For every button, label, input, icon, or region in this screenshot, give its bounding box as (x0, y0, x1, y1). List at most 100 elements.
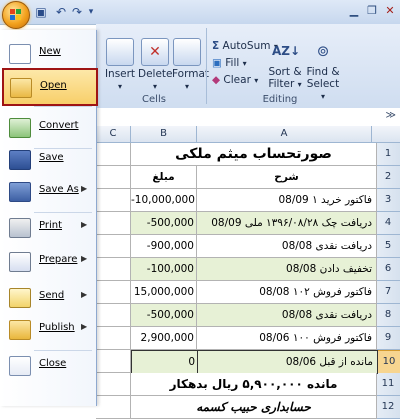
format-button[interactable]: Format ▾ (172, 38, 209, 92)
eraser-icon: ◆ (212, 74, 221, 86)
row-header-7[interactable]: 7 (376, 281, 400, 304)
cell-amount[interactable]: 2,900,000 (131, 327, 197, 350)
printer-icon (9, 218, 31, 238)
cell-amount[interactable]: -500,000 (131, 212, 197, 235)
office-menu: ۳ NewOpenConvertSaveSave As▶Print▶Prepar… (0, 30, 98, 406)
cell-c[interactable] (96, 235, 131, 258)
cell-amount[interactable]: -10,000,000 (131, 189, 197, 212)
column-header-a[interactable]: A (197, 126, 372, 142)
menu-item-convert[interactable]: Convert (3, 110, 93, 144)
autosum-icon: Σ (212, 40, 220, 52)
cell-c[interactable] (96, 304, 131, 327)
cell-description[interactable]: دریافت چک ۱۳۹۶/۰۸/۲۸ ملی 08/09 (197, 212, 377, 235)
cell-description[interactable]: فاکتور فروش ۱۰۲ 08/08 (197, 281, 377, 304)
menu-item-save[interactable]: Save (3, 142, 93, 176)
cell-c[interactable] (96, 350, 131, 373)
delete-button[interactable]: ✕ Delete ▾ (138, 38, 173, 92)
save-as-icon (9, 182, 31, 202)
row-header-2[interactable]: 2 (376, 166, 400, 189)
insert-label: Insert (104, 68, 136, 80)
cell-amount[interactable]: -500,000 (131, 304, 197, 327)
cell-description[interactable]: دریافت نقدی 08/08 (197, 235, 377, 258)
find-select-button[interactable]: ⊚ Find & Select ▾ (304, 38, 342, 102)
menu-item-label: Open (40, 80, 67, 91)
menu-item-close[interactable]: Close (3, 348, 93, 382)
cell-c[interactable] (96, 189, 131, 212)
editing-group-caption: Editing (262, 94, 298, 105)
save-disk-icon (9, 150, 31, 170)
convert-icon (9, 118, 31, 138)
fill-icon: ▣ (212, 57, 222, 69)
cell-c[interactable] (96, 258, 131, 281)
cell-c[interactable] (96, 281, 131, 304)
menu-separator (34, 106, 92, 107)
formula-bar[interactable]: ≫ (96, 108, 400, 127)
cell-c[interactable] (96, 373, 131, 396)
header-description: شرح (197, 166, 377, 189)
row-header-1[interactable]: 1 (376, 143, 400, 166)
menu-item-print[interactable]: Print ▶ (3, 210, 93, 244)
redo-icon[interactable]: ↷ (70, 5, 84, 19)
undo-icon[interactable]: ↶ (54, 5, 68, 19)
menu-item-label: Prepare (39, 254, 78, 265)
insert-button[interactable]: Insert ▾ (104, 38, 136, 92)
fill-button[interactable]: ▣ Fill ▾ (212, 57, 247, 69)
menu-item-open[interactable]: Open (2, 68, 98, 106)
row-header-8[interactable]: 8 (376, 304, 400, 327)
cell-description[interactable]: فاکتور فروش ۱۰۰ 08/06 (197, 327, 377, 350)
clear-button[interactable]: ◆ Clear ▾ (212, 74, 258, 86)
menu-item-label: Print (39, 220, 63, 231)
ribbon: Insert ▾ ✕ Delete ▾ Format ▾ Cells Σ AutoSu… (96, 24, 400, 109)
menu-item-new[interactable]: New (3, 36, 93, 70)
row-header-12[interactable]: 12 (376, 396, 400, 419)
restore-button[interactable]: ❐ (366, 5, 378, 17)
save-quick-icon[interactable]: ▣ (34, 5, 48, 19)
column-header-b[interactable]: B (131, 126, 197, 142)
summary-balance: مانده ۵,۹۰۰,۰۰۰ ریال بدهکار (131, 373, 377, 396)
expand-formula-icon[interactable]: ≫ (386, 110, 396, 121)
title-bar: ▣ ↶ ↷ ▾ ▁ ❐ ✕ (0, 0, 400, 25)
minimize-button[interactable]: ▁ (348, 5, 360, 17)
binoculars-icon: ⊚ (316, 42, 330, 60)
row-header-6[interactable]: 6 (376, 258, 400, 281)
cell-c[interactable] (96, 327, 131, 350)
format-icon (173, 38, 201, 66)
cell-description[interactable]: مانده از قبل 08/06 (197, 350, 378, 374)
row-header-3[interactable]: 3 (376, 189, 400, 212)
row-header-11[interactable]: 11 (376, 373, 400, 396)
row-header-5[interactable]: 5 (376, 235, 400, 258)
cells-group-caption: Cells (142, 94, 166, 105)
cell-c[interactable] (96, 166, 131, 189)
menu-item-prepare[interactable]: Prepare ▶ (3, 244, 93, 278)
office-button[interactable] (2, 1, 30, 29)
customize-qat-icon[interactable]: ▾ (84, 5, 98, 19)
sort-filter-icon: AZ↓ (272, 44, 301, 58)
sort-filter-button[interactable]: AZ↓ Sort & Filter ▾ (266, 38, 304, 90)
delete-label: Delete (138, 68, 173, 80)
send-icon (9, 288, 31, 308)
row-header-9[interactable]: 9 (376, 327, 400, 350)
row-header-4[interactable]: 4 (376, 212, 400, 235)
cell-c[interactable] (96, 143, 131, 166)
menu-item-save-as[interactable]: Save As ▶ (3, 174, 93, 208)
group-divider (206, 28, 207, 104)
submenu-arrow-icon: ▶ (81, 322, 88, 331)
row-header-10[interactable]: 10 (376, 350, 400, 374)
cell-amount[interactable]: -100,000 (131, 258, 197, 281)
cell-description[interactable]: فاکتور خرید ۱ 08/09 (197, 189, 377, 212)
header-amount: مبلغ (131, 166, 197, 189)
cell-c[interactable] (96, 212, 131, 235)
cell-amount[interactable]: 15,000,000 (131, 281, 197, 304)
menu-item-publish[interactable]: Publish ▶ (3, 312, 93, 346)
submenu-arrow-icon: ▶ (81, 220, 88, 229)
close-folder-icon (9, 356, 31, 376)
cell-amount[interactable]: -900,000 (131, 235, 197, 258)
cell-description[interactable]: تخفیف دادن 08/08 (197, 258, 377, 281)
menu-item-send[interactable]: Send ▶ (3, 280, 93, 314)
column-header-c[interactable]: C (96, 126, 131, 142)
menu-item-label: Save As (39, 184, 79, 195)
close-button[interactable]: ✕ (384, 5, 396, 17)
cell-amount[interactable]: 0 (131, 350, 198, 374)
cell-c[interactable] (96, 396, 131, 419)
cell-description[interactable]: دریافت نقدی 08/08 (197, 304, 377, 327)
